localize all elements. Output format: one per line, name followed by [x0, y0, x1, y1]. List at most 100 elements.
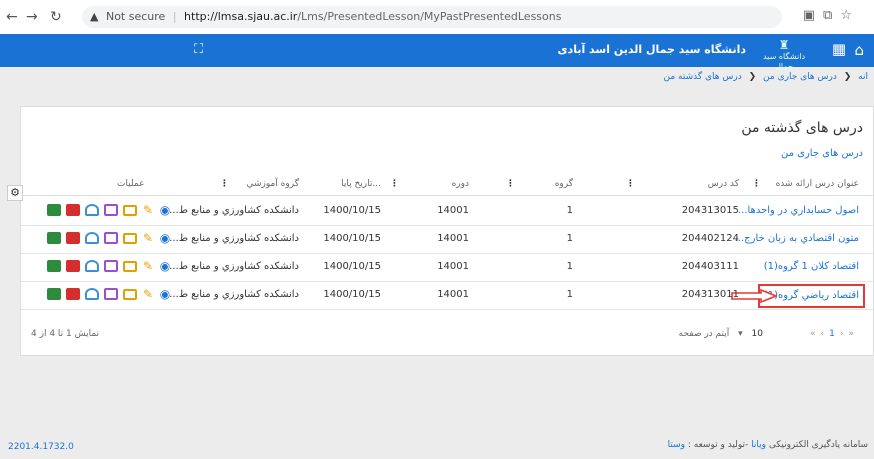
lesson-dept: دانشکده کشاورزي و منابع ط... — [169, 289, 299, 300]
bookmark-star-icon[interactable]: ☆ — [840, 8, 860, 23]
col-name-header[interactable]: عنوان درس ارائه شده — [776, 173, 859, 195]
pencil-icon[interactable]: ✎ — [142, 260, 154, 272]
column-menu-icon[interactable]: ⋮ — [752, 173, 761, 195]
address-bar[interactable]: ▲ Not secure | http://lmsa.sjau.ac.ir/Lm… — [82, 6, 782, 28]
back-icon[interactable]: ← — [6, 9, 18, 25]
lesson-dept: دانشکده کشاورزي و منابع ط... — [169, 233, 299, 244]
fullscreen-icon[interactable]: ⛶ — [194, 42, 203, 57]
book-icon[interactable] — [66, 232, 80, 244]
lesson-code: 204313011 — [681, 289, 739, 300]
lesson-title-link[interactable]: اصول حسابداري در واحدها... — [738, 197, 859, 225]
lesson-term: 14001 — [437, 233, 469, 244]
breadcrumb-home[interactable]: انه — [858, 72, 868, 82]
security-label: Not secure — [105, 10, 166, 23]
table-icon[interactable] — [47, 232, 61, 244]
col-code-header[interactable]: کد درس — [708, 173, 739, 195]
book-icon[interactable] — [66, 204, 80, 216]
lesson-end-date: 1400/10/15 — [323, 289, 381, 300]
col-term-header[interactable]: دوره — [452, 173, 469, 195]
dropdown-arrow-icon[interactable]: ▾ — [738, 329, 743, 339]
warning-icon: ▲ — [90, 10, 99, 23]
chevron-left-icon: ❮ — [748, 72, 757, 82]
brand-name-link[interactable]: ویانا — [751, 440, 766, 450]
prev-page-icon[interactable]: ‹ — [821, 329, 830, 339]
screen-icon[interactable] — [123, 260, 137, 272]
pencil-icon[interactable]: ✎ — [142, 232, 154, 244]
lesson-group: 1 — [566, 233, 573, 244]
lesson-code: 204402124 — [681, 233, 739, 244]
lesson-group: 1 — [566, 289, 573, 300]
screen-icon[interactable] — [123, 232, 137, 244]
eye-icon[interactable]: ◉ — [159, 232, 171, 244]
lesson-title-link[interactable]: متون اقتصادي به زبان خارج... — [735, 225, 859, 253]
col-ops-header: عملیات — [117, 179, 145, 189]
pagination: «‹1›» — [810, 329, 859, 339]
column-menu-icon[interactable]: ⋮ — [506, 173, 515, 195]
edit-icon[interactable] — [104, 204, 118, 216]
table-icon[interactable] — [47, 204, 61, 216]
pencil-icon[interactable]: ✎ — [142, 204, 154, 216]
showing-count: نمایش 1 تا 4 از 4 — [31, 329, 100, 339]
col-dept-header[interactable]: گروه آموزشي — [246, 173, 299, 195]
url-path: /Lms/PresentedLesson/MyPastPresentedLess… — [297, 10, 562, 23]
row-actions: ✎ ◉ — [47, 225, 176, 253]
table-row: متون اقتصادي به زبان خارج... 204402124 1… — [21, 225, 873, 254]
row-actions: ✎ ◉ — [47, 281, 176, 309]
row-actions: ✎ ◉ — [47, 253, 176, 281]
edit-icon[interactable] — [104, 260, 118, 272]
book-icon[interactable] — [66, 260, 80, 272]
lesson-group: 1 — [566, 205, 573, 216]
version-label: 2201.4.1732.0 — [8, 442, 74, 452]
home-icon[interactable]: ⌂ — [854, 41, 864, 59]
last-page-icon[interactable]: » — [848, 329, 859, 339]
column-menu-icon[interactable]: ⋮ — [390, 173, 399, 195]
reload-icon[interactable]: ↻ — [50, 9, 62, 25]
breadcrumb-past-lessons: درس های گذشته من — [663, 72, 742, 82]
breadcrumb-current-lessons[interactable]: درس های جاری من — [763, 72, 837, 82]
table-icon[interactable] — [47, 288, 61, 300]
eye-icon[interactable]: ◉ — [159, 260, 171, 272]
page-title: درس های گذشته من — [741, 120, 863, 136]
col-date-header[interactable]: تاریخ پایا... — [341, 173, 381, 195]
users-icon[interactable] — [85, 204, 99, 216]
column-menu-icon[interactable]: ⋮ — [220, 173, 229, 195]
users-icon[interactable] — [85, 288, 99, 300]
app-header: ⌂ ▦ ♜ دانشگاه سید جمال دانشگاه سید جمال … — [0, 34, 874, 71]
per-page-value[interactable]: 10 — [752, 329, 763, 339]
current-lessons-link[interactable]: درس های جاری من — [781, 148, 863, 159]
forward-icon[interactable]: → — [26, 9, 38, 25]
first-page-icon[interactable]: « — [810, 329, 821, 339]
page-footer: 2201.4.1732.0 سامانه یادگیری الکترونیکی … — [0, 430, 874, 459]
screen-icon[interactable] — [123, 204, 137, 216]
lesson-dept: دانشکده کشاورزي و منابع ط... — [169, 261, 299, 272]
table-row: اقتصاد كلان 1 گروه(1) 204403111 1 14001 … — [21, 253, 873, 282]
eye-icon[interactable]: ◉ — [159, 204, 171, 216]
lesson-end-date: 1400/10/15 — [323, 233, 381, 244]
table-icon[interactable] — [47, 260, 61, 272]
edit-icon[interactable] — [104, 288, 118, 300]
book-icon[interactable] — [66, 288, 80, 300]
per-page-selector[interactable]: 10 ▾ آیتم در صفحه — [679, 329, 763, 339]
apps-grid-icon[interactable]: ▦ — [832, 40, 846, 58]
current-page[interactable]: 1 — [829, 329, 840, 339]
lesson-title-link[interactable]: اقتصاد كلان 1 گروه(1) — [764, 253, 859, 281]
lessons-card: ⚙ درس های گذشته من درس های جاری من عنوان… — [7, 106, 874, 356]
lesson-end-date: 1400/10/15 — [323, 261, 381, 272]
reader-icon[interactable]: ▣ — [803, 8, 823, 23]
per-page-label: آیتم در صفحه — [678, 329, 730, 339]
eye-icon[interactable]: ◉ — [159, 288, 171, 300]
screen-icon[interactable] — [123, 288, 137, 300]
brand-suffix: -تولید و توسعه : — [687, 440, 749, 450]
users-icon[interactable] — [85, 232, 99, 244]
brand-vendor-link[interactable]: وستا — [668, 440, 685, 450]
edit-icon[interactable] — [104, 232, 118, 244]
pencil-icon[interactable]: ✎ — [142, 288, 154, 300]
university-logo: ♜ دانشگاه سید جمال — [762, 38, 806, 71]
university-name: دانشگاه سید جمال الدین اسد آبادی — [557, 43, 746, 56]
breadcrumb: انه ❮ درس های جاری من ❮ درس های گذشته من — [664, 72, 868, 82]
users-icon[interactable] — [85, 260, 99, 272]
col-group-header[interactable]: گروه — [555, 173, 573, 195]
share-icon[interactable]: ⧉ — [823, 8, 840, 23]
lesson-end-date: 1400/10/15 — [323, 205, 381, 216]
column-menu-icon[interactable]: ⋮ — [626, 173, 635, 195]
